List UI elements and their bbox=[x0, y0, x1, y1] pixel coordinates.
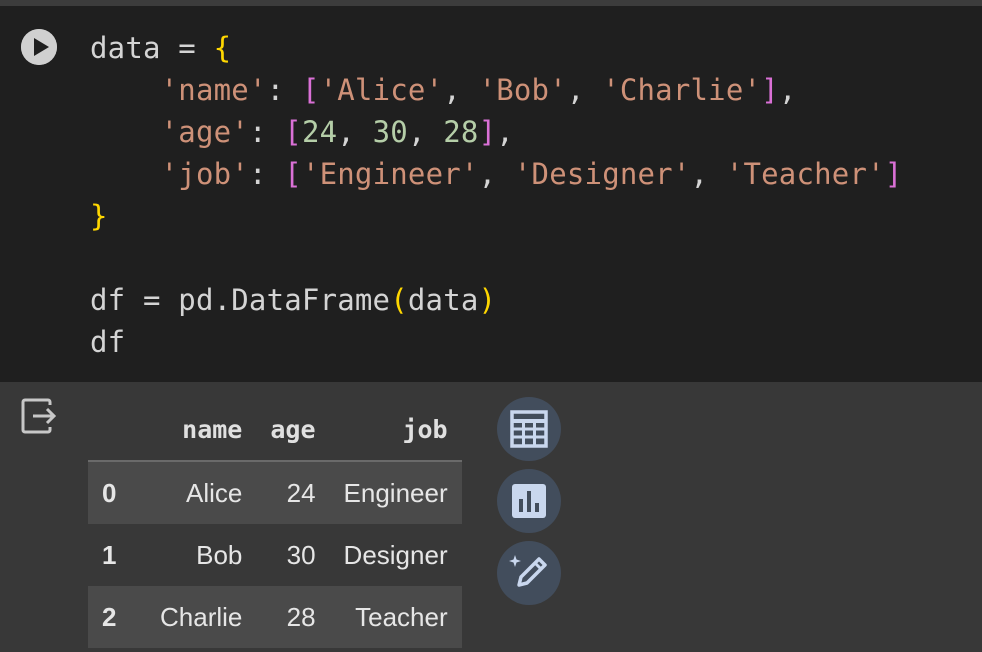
table-view-button[interactable] bbox=[497, 397, 561, 461]
code-token: data bbox=[407, 283, 479, 317]
code-token: 'Alice' bbox=[319, 73, 444, 107]
row-index: 2 bbox=[102, 601, 117, 632]
code-token: [ bbox=[301, 73, 320, 107]
table-header-row: name age job bbox=[88, 398, 462, 462]
bar-chart-icon bbox=[512, 484, 546, 518]
cell-name: Charlie bbox=[160, 601, 243, 632]
cell-name: Alice bbox=[186, 477, 243, 508]
code-token: [ bbox=[284, 157, 302, 191]
table-row: 2 Charlie 28 Teacher bbox=[88, 586, 462, 648]
dataframe-table: name age job 0 Alice 24 Engineer 1 Bob 3… bbox=[88, 398, 462, 648]
row-index: 1 bbox=[102, 539, 117, 570]
code-token: : bbox=[248, 115, 285, 149]
code-line-5: } bbox=[90, 195, 108, 237]
code-token: : bbox=[266, 73, 302, 107]
column-header-age: age bbox=[256, 398, 330, 462]
code-line-8: df bbox=[90, 321, 125, 363]
code-token: 'Designer' bbox=[513, 157, 691, 191]
table-grid-icon bbox=[510, 410, 548, 448]
run-cell-button[interactable] bbox=[21, 29, 57, 65]
code-token: } bbox=[90, 199, 108, 233]
code-line-4: 'job': ['Engineer', 'Designer', 'Teacher… bbox=[90, 153, 903, 195]
code-token: 'Charlie' bbox=[602, 73, 762, 107]
chart-button[interactable] bbox=[497, 469, 561, 533]
cell-age: 24 bbox=[286, 477, 316, 508]
code-line-3: 'age': [24, 30, 28], bbox=[90, 111, 514, 153]
code-token: [ bbox=[284, 115, 302, 149]
code-cell[interactable]: data = { 'name': ['Alice', 'Bob', 'Charl… bbox=[0, 6, 982, 382]
code-token: : bbox=[248, 157, 285, 191]
code-token: 'name' bbox=[160, 73, 267, 107]
code-token: , bbox=[337, 115, 373, 149]
output-exit-icon-graphic bbox=[21, 398, 57, 434]
code-token: 30 bbox=[372, 115, 408, 149]
code-token: , bbox=[496, 115, 514, 149]
code-token: ] bbox=[761, 73, 779, 107]
code-token: df bbox=[90, 325, 126, 359]
column-header-job: job bbox=[329, 398, 462, 462]
column-header-name: name bbox=[146, 398, 257, 462]
code-token: , bbox=[443, 73, 479, 107]
cell-job: Engineer bbox=[343, 477, 448, 508]
code-token: ] bbox=[884, 157, 903, 191]
magic-edit-button[interactable] bbox=[497, 541, 561, 605]
output-exit-icon[interactable] bbox=[20, 397, 58, 435]
code-line-7: df = pd.DataFrame(data) bbox=[90, 279, 496, 321]
play-icon bbox=[21, 29, 57, 65]
code-token: { bbox=[213, 31, 232, 65]
code-token: 'age' bbox=[160, 115, 249, 149]
table-row: 0 Alice 24 Engineer bbox=[88, 461, 462, 524]
code-token: 24 bbox=[301, 115, 338, 149]
code-token: ( bbox=[390, 283, 408, 317]
code-token: 28 bbox=[443, 115, 479, 149]
code-token: df = pd.DataFrame bbox=[90, 283, 391, 317]
cell-age: 30 bbox=[286, 539, 316, 570]
table-row: 1 Bob 30 Designer bbox=[88, 524, 462, 586]
magic-wand-pen-icon bbox=[509, 555, 547, 587]
index-header bbox=[88, 398, 146, 462]
code-token: , bbox=[407, 115, 444, 149]
code-token: , bbox=[566, 73, 603, 107]
code-token: ] bbox=[478, 115, 497, 149]
cell-job: Teacher bbox=[355, 601, 448, 632]
code-token: 'Bob' bbox=[478, 73, 567, 107]
code-token: ) bbox=[478, 283, 497, 317]
code-token: , bbox=[778, 73, 797, 107]
code-token: , bbox=[690, 157, 726, 191]
code-token: 'job' bbox=[160, 157, 249, 191]
cell-job: Designer bbox=[343, 539, 448, 570]
code-line-2: 'name': ['Alice', 'Bob', 'Charlie'], bbox=[90, 69, 797, 111]
code-token: 'Teacher' bbox=[725, 157, 885, 191]
code-token: , bbox=[478, 157, 514, 191]
code-token: data = bbox=[90, 31, 214, 65]
cell-age: 28 bbox=[286, 601, 316, 632]
code-line-1: data = { bbox=[90, 27, 231, 69]
code-token: 'Engineer' bbox=[301, 157, 479, 191]
row-index: 0 bbox=[102, 477, 117, 508]
cell-name: Bob bbox=[196, 539, 243, 570]
